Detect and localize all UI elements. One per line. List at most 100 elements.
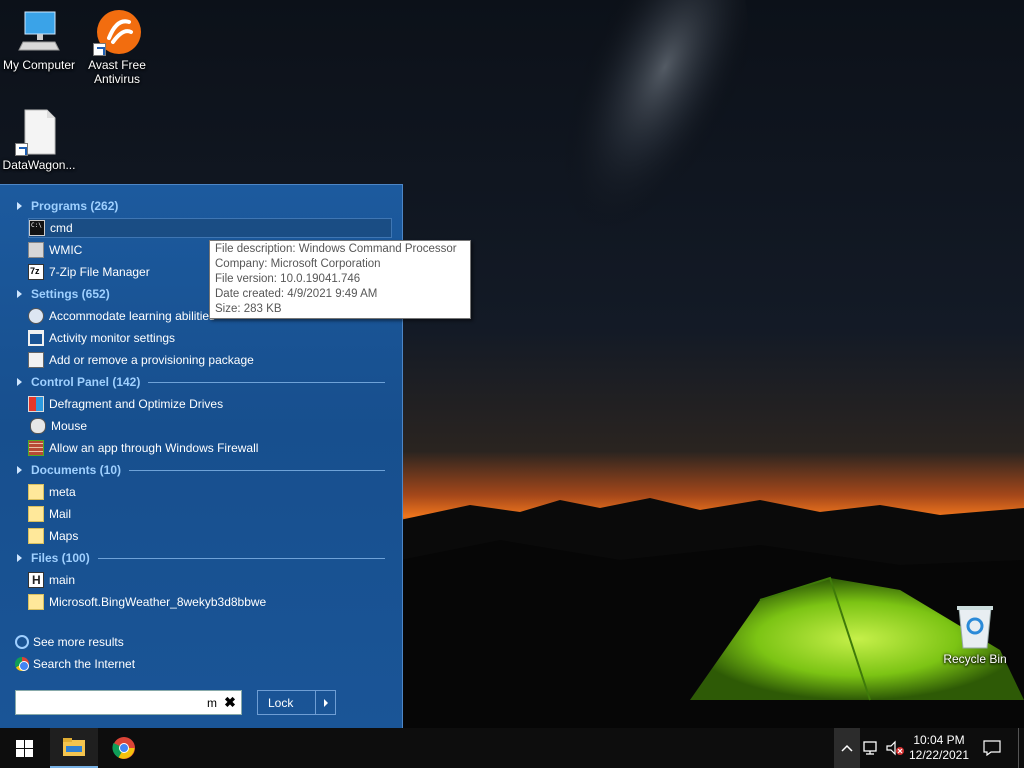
- shortcut-arrow-icon: [93, 43, 106, 56]
- package-icon: [28, 352, 44, 368]
- expand-arrow-icon: [17, 466, 22, 474]
- result-item-defragment[interactable]: Defragment and Optimize Drives: [28, 394, 392, 414]
- desktop-icon-label: Recycle Bin: [943, 652, 1007, 666]
- category-files[interactable]: Files (100): [17, 549, 385, 567]
- activity-monitor-icon: [28, 330, 44, 346]
- folder-icon: [28, 484, 44, 500]
- shortcut-arrow-icon: [15, 143, 28, 156]
- wmic-icon: [28, 242, 44, 258]
- category-documents[interactable]: Documents (10): [17, 461, 385, 479]
- desktop-icon-label: My Computer: [2, 58, 76, 72]
- result-item-cmd[interactable]: cmd: [28, 218, 392, 238]
- chevron-up-icon: [841, 744, 853, 752]
- chrome-icon: [15, 657, 29, 671]
- command-prompt-icon: [29, 220, 45, 236]
- lock-button[interactable]: Lock: [257, 690, 336, 715]
- result-label: meta: [49, 485, 76, 499]
- result-label: Defragment and Optimize Drives: [49, 397, 224, 411]
- category-control-panel[interactable]: Control Panel (142): [17, 373, 385, 391]
- see-more-results-link[interactable]: See more results: [15, 633, 124, 651]
- result-label: cmd: [50, 221, 73, 235]
- clock[interactable]: 10:04 PM 12/22/2021: [906, 728, 972, 768]
- search-input[interactable]: [16, 692, 219, 713]
- expand-arrow-icon: [17, 290, 22, 298]
- header-file-icon: [28, 572, 44, 588]
- see-more-label: See more results: [33, 635, 124, 649]
- category-label: Settings (652): [31, 287, 110, 301]
- action-center-button[interactable]: [978, 728, 1006, 768]
- ease-of-access-icon: [28, 308, 44, 324]
- clock-time: 10:04 PM: [913, 733, 965, 747]
- category-programs[interactable]: Programs (262): [17, 197, 385, 215]
- show-hidden-icons-button[interactable]: [834, 728, 860, 768]
- folder-icon: [63, 738, 85, 756]
- taskbar: 10:04 PM 12/22/2021: [0, 728, 1024, 768]
- result-label: Allow an app through Windows Firewall: [49, 441, 259, 455]
- expand-arrow-icon: [17, 378, 22, 386]
- result-item-main[interactable]: main: [28, 570, 392, 590]
- result-item-mouse[interactable]: Mouse: [28, 416, 392, 436]
- lock-label: Lock: [268, 695, 294, 710]
- computer-icon: [15, 8, 63, 56]
- 7zip-icon: [28, 264, 44, 280]
- result-label: Add or remove a provisioning package: [49, 353, 254, 367]
- category-divider: [148, 381, 385, 383]
- windows-logo-icon: [15, 739, 33, 757]
- result-label: Activity monitor settings: [49, 331, 176, 345]
- result-label: Mail: [49, 507, 72, 521]
- result-label: 7-Zip File Manager: [49, 265, 150, 279]
- tooltip-date-created: Date created: 4/9/2021 9:49 AM: [215, 288, 378, 300]
- desktop-icon-my-computer[interactable]: My Computer: [0, 8, 78, 72]
- result-label: Mouse: [51, 419, 88, 433]
- recycle-bin-icon: [951, 602, 999, 650]
- clear-search-icon[interactable]: ✖: [219, 694, 241, 711]
- result-label: Microsoft.BingWeather_8wekyb3d8bbwe: [49, 595, 267, 609]
- mouse-icon: [30, 418, 46, 434]
- result-item-mail[interactable]: Mail: [28, 504, 392, 524]
- result-label: main: [49, 573, 76, 587]
- show-desktop-button[interactable]: [1018, 728, 1024, 768]
- desktop-icon-recycle-bin[interactable]: Recycle Bin: [936, 602, 1014, 666]
- folder-icon: [28, 594, 44, 610]
- desktop-icon-label: DataWagon...: [2, 158, 76, 172]
- desktop-icon-datawagon[interactable]: DataWagon...: [0, 108, 78, 172]
- start-button[interactable]: [0, 728, 48, 768]
- tooltip-company: Company: Microsoft Corporation: [215, 258, 381, 270]
- chrome-button[interactable]: [100, 728, 148, 768]
- power-options-arrow-icon[interactable]: [315, 691, 335, 714]
- network-button[interactable]: [860, 728, 882, 768]
- result-item-firewall[interactable]: Allow an app through Windows Firewall: [28, 438, 392, 458]
- avast-icon: [93, 8, 141, 56]
- volume-muted-icon: [886, 740, 904, 756]
- file-info-tooltip: File description: Windows Command Proces…: [209, 240, 471, 319]
- category-label: Programs (262): [31, 199, 119, 213]
- notification-icon: [983, 740, 1001, 756]
- result-label: Maps: [49, 529, 79, 543]
- chrome-icon: [112, 737, 135, 759]
- folder-icon: [28, 528, 44, 544]
- search-internet-label: Search the Internet: [33, 657, 136, 671]
- volume-button[interactable]: [884, 728, 906, 768]
- search-internet-link[interactable]: Search the Internet: [15, 655, 135, 673]
- expand-arrow-icon: [17, 554, 22, 562]
- category-divider: [97, 557, 385, 559]
- folder-icon: [28, 506, 44, 522]
- tooltip-size: Size: 283 KB: [215, 303, 282, 315]
- category-divider: [129, 469, 385, 471]
- tooltip-description: File description: Windows Command Proces…: [215, 243, 457, 255]
- tooltip-version: File version: 10.0.19041.746: [215, 273, 361, 285]
- result-item-meta[interactable]: meta: [28, 482, 392, 502]
- result-label: WMIC: [49, 243, 83, 257]
- result-item-provisioning-package[interactable]: Add or remove a provisioning package: [28, 350, 392, 370]
- desktop-icon-avast[interactable]: Avast Free Antivirus: [78, 8, 156, 86]
- result-label: Accommodate learning abilities: [49, 309, 216, 323]
- category-label: Files (100): [31, 551, 90, 565]
- file-explorer-button[interactable]: [50, 728, 98, 768]
- result-item-bingweather[interactable]: Microsoft.BingWeather_8wekyb3d8bbwe: [28, 592, 392, 612]
- result-item-activity-monitor[interactable]: Activity monitor settings: [28, 328, 392, 348]
- result-item-maps[interactable]: Maps: [28, 526, 392, 546]
- search-icon: [15, 635, 29, 649]
- clock-date: 12/22/2021: [908, 748, 970, 762]
- expand-arrow-icon: [17, 202, 22, 210]
- category-label: Control Panel (142): [31, 375, 141, 389]
